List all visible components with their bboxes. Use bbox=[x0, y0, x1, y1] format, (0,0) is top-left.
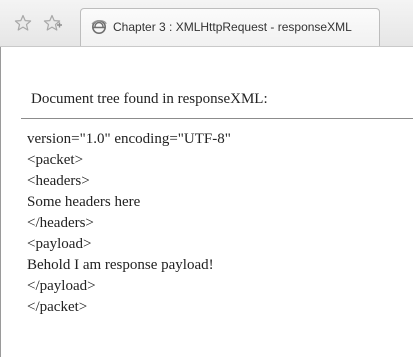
output-line: </packet> bbox=[27, 299, 88, 315]
output-line: Some headers here bbox=[27, 194, 141, 210]
tab-title: Chapter 3 : XMLHttpRequest - responseXML bbox=[113, 20, 352, 34]
tab-active[interactable]: Chapter 3 : XMLHttpRequest - responseXML bbox=[80, 8, 380, 46]
page-content: Document tree found in responseXML: vers… bbox=[0, 47, 413, 357]
star-plus-icon bbox=[43, 14, 62, 31]
output-line: </payload> bbox=[27, 278, 96, 294]
xml-output: version="1.0" encoding="UTF-8" <packet> … bbox=[27, 129, 231, 318]
favorites-button[interactable] bbox=[12, 12, 34, 34]
output-line: <payload> bbox=[27, 236, 92, 252]
output-line: version="1.0" encoding="UTF-8" bbox=[27, 131, 231, 147]
ie-page-icon bbox=[91, 19, 107, 35]
output-line: <headers> bbox=[27, 173, 90, 189]
output-line: Behold I am response payload! bbox=[27, 257, 214, 273]
page-heading: Document tree found in responseXML: bbox=[31, 91, 268, 107]
output-line: <packet> bbox=[27, 152, 84, 168]
star-outline-icon bbox=[14, 14, 32, 31]
output-line: </headers> bbox=[27, 215, 94, 231]
horizontal-rule bbox=[21, 118, 413, 119]
tab-bar: Chapter 3 : XMLHttpRequest - responseXML bbox=[0, 0, 413, 47]
browser-window: Chapter 3 : XMLHttpRequest - responseXML… bbox=[0, 0, 413, 357]
add-to-favorites-button[interactable] bbox=[42, 12, 64, 34]
